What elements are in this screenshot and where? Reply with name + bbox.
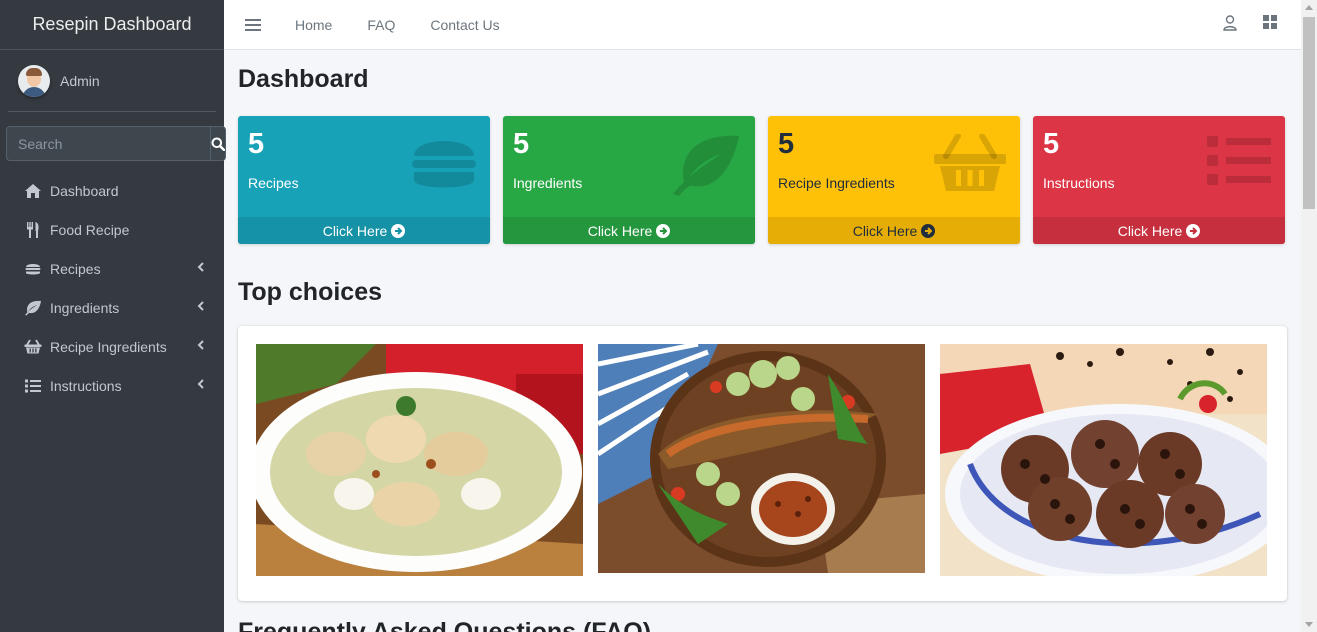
- top-navbar: Home FAQ Contact Us: [224, 0, 1301, 50]
- hamburger-icon: [25, 263, 41, 274]
- card-link-label: Click Here: [322, 222, 388, 239]
- sidebar-item-recipes[interactable]: Recipes: [0, 249, 224, 288]
- main-content: Dashboard 5 Recipes Click Here 5 Ingredi…: [238, 50, 1287, 632]
- chevron-left-icon: [197, 262, 204, 272]
- user-icon[interactable]: [1223, 15, 1237, 31]
- card-link-button[interactable]: Click Here: [238, 217, 490, 244]
- recipes-card: 5 Recipes Click Here: [238, 116, 490, 244]
- search-button[interactable]: [210, 126, 226, 161]
- sidebar-nav: Dashboard Food Recipe Recipes Ingredient…: [0, 171, 224, 405]
- card-label: Instructions: [1043, 175, 1115, 191]
- sidebar-item-dashboard[interactable]: Dashboard: [0, 171, 224, 210]
- card-link-button[interactable]: Click Here: [1033, 217, 1285, 244]
- hamburger-icon: [412, 141, 476, 188]
- card-label: Ingredients: [513, 175, 583, 191]
- sidebar-item-food-recipe[interactable]: Food Recipe: [0, 210, 224, 249]
- card-count: 5: [248, 128, 265, 160]
- opor-ayam-photo[interactable]: [256, 344, 583, 576]
- arrow-circle-right-icon: [391, 223, 406, 238]
- leaf-icon: [25, 300, 41, 315]
- grid-icon[interactable]: [1263, 15, 1277, 29]
- grilled-fish-photo[interactable]: [598, 344, 925, 573]
- card-link-button[interactable]: Click Here: [503, 217, 755, 244]
- card-label: Recipes: [248, 175, 299, 191]
- page-scrollbar[interactable]: [1301, 0, 1317, 632]
- scrollbar-thumb[interactable]: [1303, 17, 1315, 209]
- card-label: Recipe Ingredients: [778, 175, 895, 191]
- utensils-icon: [27, 221, 39, 238]
- chevron-left-icon: [197, 340, 204, 350]
- sidebar-item-label: Dashboard: [50, 182, 119, 199]
- arrow-circle-right-icon: [921, 223, 936, 238]
- recipe-ingredients-card: 5 Recipe Ingredients Click Here: [768, 116, 1020, 244]
- list-icon: [1207, 136, 1271, 185]
- card-link-button[interactable]: Click Here: [768, 217, 1020, 244]
- basket-icon: [934, 134, 1006, 191]
- user-name[interactable]: Admin: [60, 73, 100, 89]
- sidebar-item-instructions[interactable]: Instructions: [0, 366, 224, 405]
- card-count: 5: [778, 128, 795, 160]
- sidebar-item-recipe-ingredients[interactable]: Recipe Ingredients: [0, 327, 224, 366]
- card-link-label: Click Here: [587, 222, 653, 239]
- search-input[interactable]: [6, 126, 210, 161]
- page-title: Dashboard: [238, 65, 369, 93]
- menu-toggle-icon[interactable]: [245, 18, 261, 31]
- instructions-card: 5 Instructions Click Here: [1033, 116, 1285, 244]
- arrow-circle-right-icon: [1186, 223, 1201, 238]
- card-link-label: Click Here: [852, 222, 918, 239]
- scroll-up-icon[interactable]: [1305, 5, 1313, 10]
- leaf-icon: [673, 135, 739, 196]
- basket-icon: [24, 339, 42, 354]
- card-count: 5: [513, 128, 530, 160]
- sidebar-item-label: Recipe Ingredients: [50, 338, 167, 355]
- top-choices-card: [238, 326, 1287, 601]
- chevron-left-icon: [197, 379, 204, 389]
- sidebar-item-label: Ingredients: [50, 299, 120, 316]
- chevron-left-icon: [197, 301, 204, 311]
- faq-title: Frequently Asked Questions (FAQ): [238, 618, 652, 632]
- sidebar-item-label: Instructions: [50, 377, 122, 394]
- search-icon: [211, 137, 225, 151]
- ingredients-card: 5 Ingredients Click Here: [503, 116, 755, 244]
- nav-link-contact-us[interactable]: Contact Us: [430, 17, 499, 33]
- card-count: 5: [1043, 128, 1060, 160]
- sidebar-search: [6, 126, 226, 161]
- sidebar-item-label: Food Recipe: [50, 221, 130, 238]
- nav-link-home[interactable]: Home: [295, 17, 332, 33]
- sidebar: Resepin Dashboard Admin Dashboard Food R…: [0, 0, 226, 632]
- summary-cards: 5 Recipes Click Here 5 Ingredients Click…: [238, 116, 1287, 244]
- home-icon: [25, 183, 41, 198]
- sidebar-item-label: Recipes: [50, 260, 101, 277]
- chocolate-cookies-photo[interactable]: [940, 344, 1267, 576]
- avatar[interactable]: [18, 64, 50, 97]
- sidebar-item-ingredients[interactable]: Ingredients: [0, 288, 224, 327]
- list-icon: [25, 379, 41, 392]
- brand-link[interactable]: Resepin Dashboard: [0, 0, 224, 50]
- scroll-down-icon[interactable]: [1305, 622, 1313, 627]
- top-choices-title: Top choices: [238, 278, 383, 306]
- user-panel: Admin: [8, 50, 216, 112]
- card-link-label: Click Here: [1117, 222, 1183, 239]
- nav-link-faq[interactable]: FAQ: [367, 17, 395, 33]
- arrow-circle-right-icon: [656, 223, 671, 238]
